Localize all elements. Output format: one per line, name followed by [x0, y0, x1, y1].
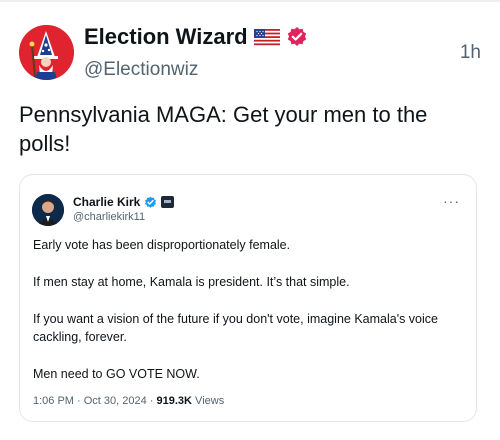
wizard-avatar-icon: [19, 25, 74, 80]
quoted-text-line: Early vote has been disproportionately f…: [33, 238, 291, 252]
quoted-meta: 1:06 PM · Oct 30, 2024 · 919.3K Views: [33, 395, 224, 407]
post-card: Election Wizard @Electionwiz 1h Pennsylv…: [0, 0, 500, 440]
author-name-row: Election Wizard: [84, 24, 308, 50]
quoted-author-name: Charlie Kirk: [73, 195, 141, 209]
quoted-avatar: [32, 194, 64, 226]
us-flag-icon: [253, 28, 280, 46]
author-name[interactable]: Election Wizard: [84, 24, 248, 50]
quoted-name-row: Charlie Kirk: [73, 195, 175, 209]
person-avatar-icon: [32, 194, 64, 226]
verified-badge-icon[interactable]: [286, 26, 308, 48]
verified-badge-icon: [144, 196, 157, 209]
quoted-datetime: 1:06 PM · Oct 30, 2024 ·: [33, 395, 157, 407]
views-label: Views: [192, 395, 225, 407]
more-icon: ···: [443, 193, 460, 209]
quoted-post-screenshot[interactable]: Charlie Kirk @charliekirk11 ··· Early vo…: [19, 174, 477, 422]
views-count: 919.3K: [156, 395, 192, 407]
post-text: Pennsylvania MAGA: Get your men to the p…: [19, 102, 428, 156]
affiliation-badge-icon: [161, 196, 175, 208]
quoted-text-line: If you want a vision of the future if yo…: [33, 312, 438, 344]
cropped-edge: [114, 175, 154, 179]
quoted-author-handle: @charliekirk11: [73, 211, 146, 223]
divider: [0, 0, 500, 2]
quoted-text-line: Men need to GO VOTE NOW.: [33, 367, 200, 381]
avatar[interactable]: [19, 25, 74, 80]
post-timestamp[interactable]: 1h: [460, 42, 481, 64]
quoted-text-line: If men stay at home, Kamala is president…: [33, 275, 350, 289]
author-handle[interactable]: @Electionwiz: [84, 59, 198, 81]
